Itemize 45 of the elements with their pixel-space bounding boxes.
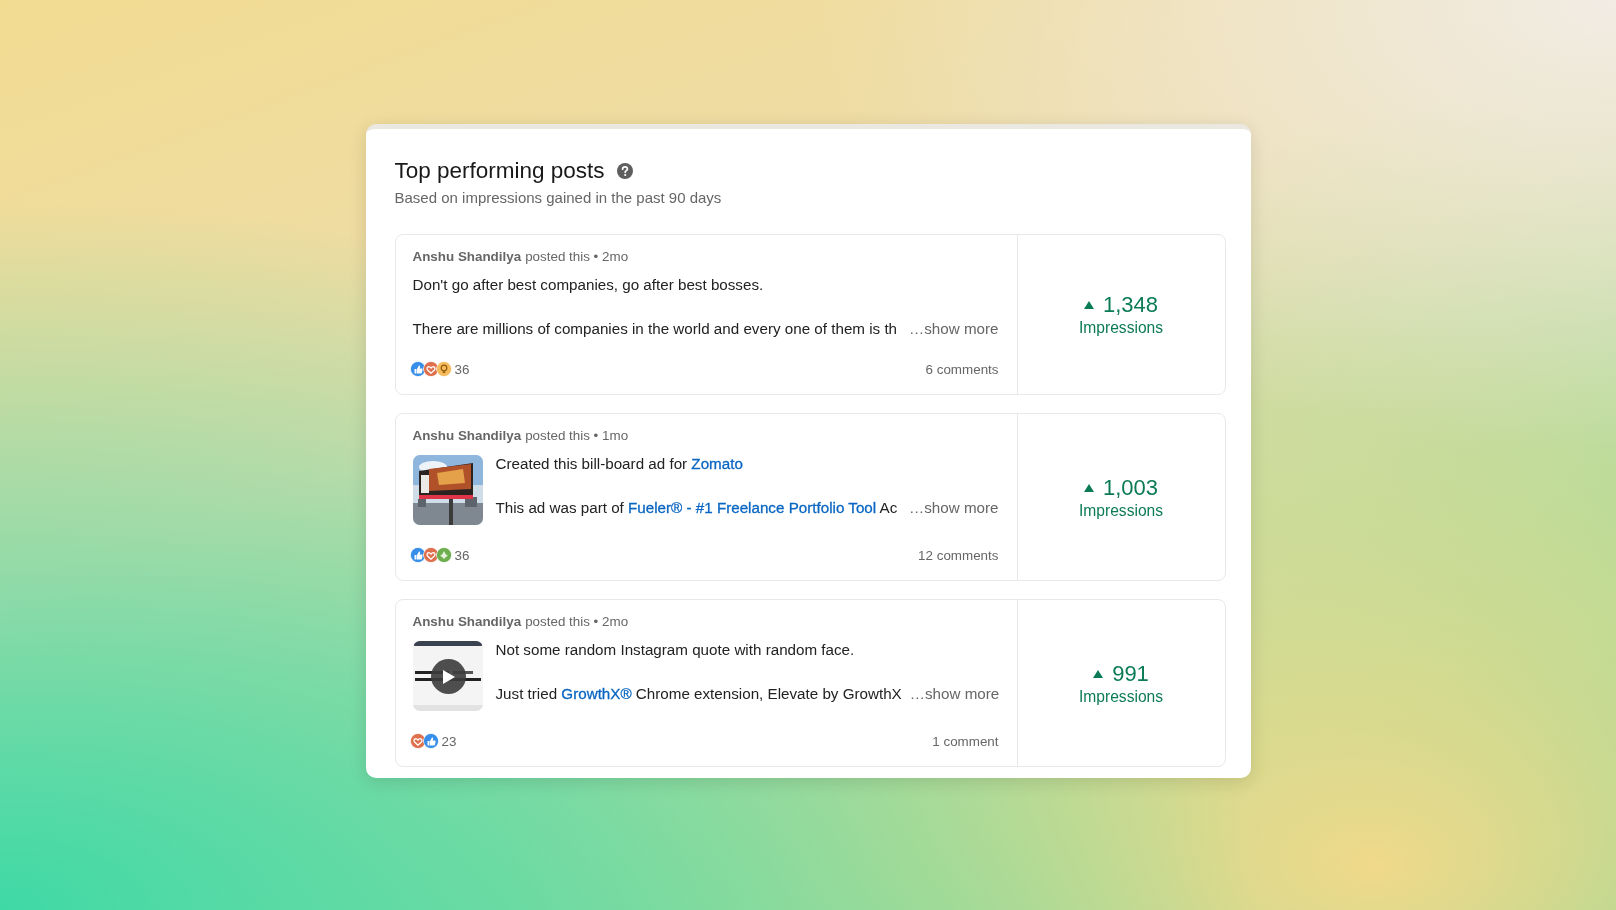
like-reaction-icon	[409, 547, 426, 563]
heart-reaction-icon	[422, 361, 439, 377]
post-text: Just tried GrowthX® Chrome extension, Elevate by GrowthX	[495, 684, 902, 704]
lightbulb-reaction-icon	[435, 361, 452, 377]
heart-reaction-icon	[422, 547, 439, 563]
help-icon	[616, 163, 633, 179]
up-triangle-icon	[1093, 669, 1104, 678]
post-text: Created this bill-board ad for Zomato	[495, 454, 743, 474]
comments-count[interactable]: 6 comments	[925, 361, 999, 377]
up-triangle-icon	[1083, 301, 1094, 309]
impressions-count: 991	[1112, 660, 1149, 687]
mention-link[interactable]: Zomato	[691, 455, 743, 472]
post-text: There are millions of companies in the world and every one of them is th	[412, 319, 898, 339]
post-text: This ad was part of Fueler® - #1 Freelance Portfolio Tool Ac	[495, 498, 898, 518]
up-triangle-icon	[1083, 483, 1094, 492]
show-more-link[interactable]: …show more	[909, 319, 999, 339]
post-meta: posted this • 2mo	[525, 249, 629, 265]
post-text: Not some random Instagram quote with random face.	[495, 640, 855, 660]
heart-reaction-icon	[409, 733, 426, 749]
impressions-count: 1,003	[1102, 474, 1159, 501]
impressions-link[interactable]: Impressions	[1078, 501, 1164, 520]
panel-title: Top performing posts	[394, 157, 605, 185]
reaction-count[interactable]: 23	[441, 733, 457, 749]
reaction-count[interactable]: 36	[454, 361, 470, 377]
show-more-link[interactable]: …show more	[909, 498, 999, 518]
impressions-count: 1,348	[1102, 292, 1159, 318]
post-meta: posted this • 2mo	[525, 614, 629, 630]
impressions-link[interactable]: Impressions	[1078, 687, 1164, 706]
show-more-link[interactable]: …show more	[909, 684, 1000, 704]
comments-count[interactable]: 1 comment	[932, 733, 999, 749]
like-reaction-icon	[409, 361, 426, 377]
mention-link[interactable]: GrowthX®	[561, 685, 632, 702]
author-name[interactable]: Anshu Shandilya	[412, 249, 522, 265]
post-text: Don't go after best companies, go after best bosses.	[412, 275, 764, 295]
mention-link[interactable]: Fueler® - #1 Freelance Portfolio Tool	[628, 499, 877, 516]
panel-subtitle: Based on impressions gained in the past 90 days	[394, 189, 723, 207]
comments-count[interactable]: 12 comments	[918, 547, 999, 563]
impressions-link[interactable]: Impressions	[1078, 319, 1164, 337]
author-name[interactable]: Anshu Shandilya	[412, 614, 522, 630]
post-meta: posted this • 1mo	[525, 428, 629, 444]
author-name[interactable]: Anshu Shandilya	[412, 428, 522, 444]
reaction-count[interactable]: 36	[454, 547, 470, 563]
like-reaction-icon	[422, 733, 439, 749]
hand-reaction-icon	[435, 547, 452, 563]
play-icon	[441, 669, 455, 684]
